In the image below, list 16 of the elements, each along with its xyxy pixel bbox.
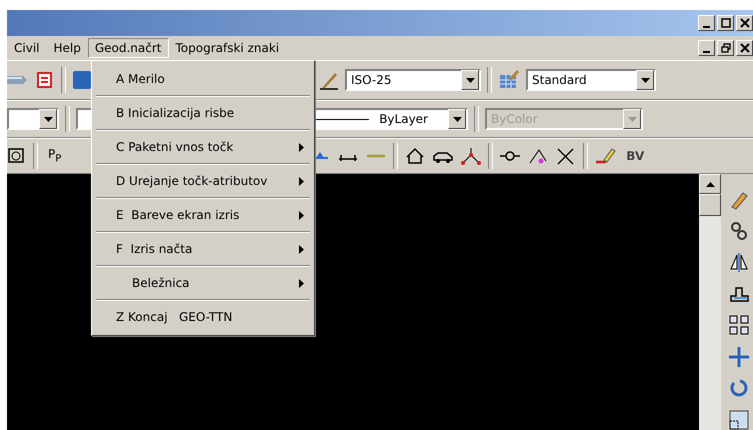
menu-item[interactable]: Topografski znaki	[168, 38, 286, 58]
table-style-dropdown[interactable]: Standard	[526, 69, 656, 91]
menu-item[interactable]: Help	[46, 38, 88, 58]
menu-item[interactable]: F Izris načta	[92, 233, 314, 265]
menu-item[interactable]: C Paketni vnos točk	[92, 131, 314, 163]
menu-item[interactable]: D Urejanje točk-atributov	[92, 165, 314, 197]
bv-button[interactable]: BV	[622, 149, 648, 163]
menu-item[interactable]: Civil	[7, 38, 46, 58]
menu-item[interactable]: E Bareve ekran izris	[92, 199, 314, 231]
menu-item[interactable]: B Inicializacija risbe	[92, 97, 314, 129]
menu-item[interactable]: Beležnica	[92, 267, 314, 299]
points-button[interactable]: P$_{P}$	[44, 147, 66, 165]
dimension-style-dropdown[interactable]: ISO-25	[345, 69, 481, 91]
menu-item[interactable]: Geod.načrt	[88, 38, 168, 58]
menu-item[interactable]: Z Koncaj GEO-TTN	[92, 301, 314, 333]
menu-item[interactable]: A Merilo	[92, 63, 314, 95]
